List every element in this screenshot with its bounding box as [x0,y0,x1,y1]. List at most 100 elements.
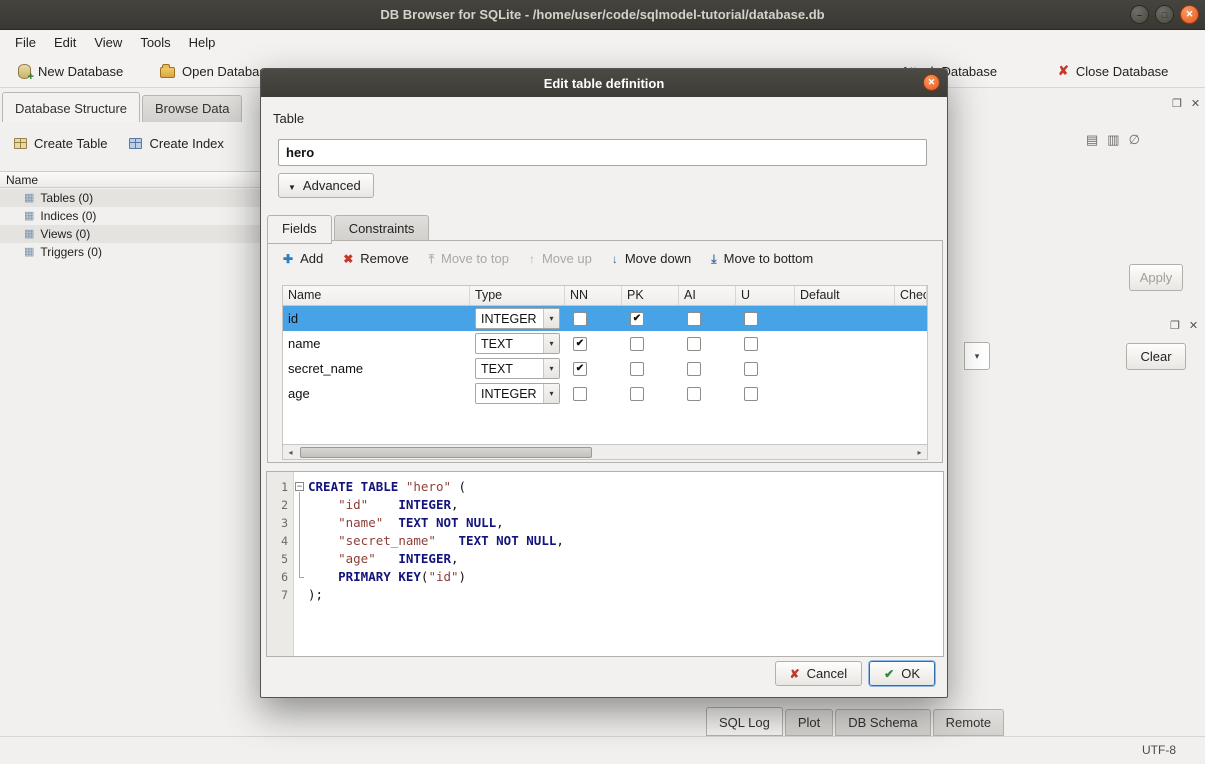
menu-view[interactable]: View [85,32,131,53]
scrollbar-track[interactable] [298,446,912,459]
fold-collapse-icon[interactable]: − [295,482,304,491]
sql-token [308,551,338,566]
move-down-button[interactable]: ↓Move down [603,246,700,271]
column-header-name[interactable]: Name [283,286,470,305]
field-row-age[interactable]: ageINTEGER▾ [283,381,927,406]
tab-database-structure[interactable]: Database Structure [2,92,140,122]
import-text-icon[interactable] [1086,132,1098,148]
field-row-name[interactable]: nameTEXT▾✔ [283,331,927,356]
bottom-tab-plot[interactable]: Plot [785,709,833,736]
column-header-u[interactable]: U [736,286,795,305]
export-text-icon[interactable] [1107,132,1119,148]
dialog-tab-constraints[interactable]: Constraints [334,215,430,243]
name-nn-checkbox[interactable]: ✔ [573,337,587,351]
clear-button[interactable]: Clear [1126,343,1186,370]
column-header-check[interactable]: Check [895,286,927,305]
menu-edit[interactable]: Edit [45,32,85,53]
move-to-bottom-button[interactable]: ⤓Move to bottom [702,246,822,271]
id-u-checkbox[interactable] [744,312,758,326]
sql-code: "id" INTEGER, [308,496,459,514]
field-type-cell: INTEGER▾ [470,306,565,331]
secret-name-nn-checkbox[interactable]: ✔ [573,362,587,376]
float-dock-icon[interactable] [1170,319,1180,332]
scroll-right-icon[interactable] [912,446,927,459]
mode-combobox-partial[interactable] [964,342,990,370]
bottom-tab-sql-log[interactable]: SQL Log [706,707,783,736]
name-u-checkbox[interactable] [744,337,758,351]
type-select-secret-name[interactable]: TEXT▾ [475,358,560,379]
create-table-button[interactable]: Create Table [6,131,115,156]
table-name-input[interactable] [278,139,927,166]
chevron-down-icon [288,178,296,193]
id-nn-checkbox[interactable] [573,312,587,326]
sql-token: INTEGER [398,497,451,512]
close-dock-icon[interactable] [1189,319,1198,332]
name-pk-checkbox[interactable] [630,337,644,351]
dialog-titlebar[interactable]: Edit table definition [261,69,947,97]
field-default-cell [795,381,895,406]
pk-cell [622,381,679,406]
column-header-default[interactable]: Default [795,286,895,305]
menu-tools[interactable]: Tools [131,32,179,53]
type-select-id[interactable]: INTEGER▾ [475,308,560,329]
age-u-checkbox[interactable] [744,387,758,401]
fold-marker[interactable]: − [293,478,308,496]
close-window-button[interactable] [1180,5,1199,24]
age-pk-checkbox[interactable] [630,387,644,401]
ok-button[interactable]: OK [869,661,935,686]
type-select-name[interactable]: TEXT▾ [475,333,560,354]
close-database-button[interactable]: Close Database [1050,58,1176,84]
cancel-button[interactable]: Cancel [775,661,863,686]
bottom-tab-remote[interactable]: Remote [933,709,1005,736]
move-down-label: Move down [625,251,691,266]
menubar: FileEditViewToolsHelp [0,30,1205,54]
scrollbar-handle[interactable] [300,447,592,458]
minimize-button[interactable] [1130,5,1149,24]
sql-token: TEXT NOT NULL [459,533,557,548]
field-row-id[interactable]: idINTEGER▾✔ [283,306,927,331]
close-dock-icon[interactable] [1191,97,1200,110]
id-pk-checkbox[interactable]: ✔ [630,312,644,326]
secret-name-u-checkbox[interactable] [744,362,758,376]
field-row-secret-name[interactable]: secret_nameTEXT▾✔ [283,356,927,381]
id-ai-checkbox[interactable] [687,312,701,326]
advanced-toggle-button[interactable]: Advanced [278,173,374,198]
tree-item-label: Triggers (0) [40,245,102,259]
create-index-button[interactable]: Create Index [121,131,231,156]
scroll-left-icon[interactable] [283,446,298,459]
remove-icon: ✖ [343,253,353,265]
column-header-type[interactable]: Type [470,286,565,305]
column-header-nn[interactable]: NN [565,286,622,305]
nn-cell [565,381,622,406]
fold-marker [293,550,308,568]
field-default-cell [795,356,895,381]
set-null-icon[interactable] [1129,132,1140,148]
tab-browse-data[interactable]: Browse Data [142,95,242,122]
remove-button[interactable]: ✖Remove [334,246,417,271]
dialog-tab-fields[interactable]: Fields [267,215,332,244]
column-header-ai[interactable]: AI [679,286,736,305]
float-dock-icon[interactable] [1172,97,1182,110]
horizontal-scrollbar[interactable] [282,445,928,460]
maximize-button[interactable] [1155,5,1174,24]
close-database-icon [1058,63,1069,79]
new-database-button[interactable]: New Database [10,58,131,84]
sql-code: CREATE TABLE "hero" ( [308,478,466,496]
type-value: INTEGER [476,312,543,326]
dialog-close-button[interactable] [923,74,940,91]
u-cell [736,306,795,331]
bottom-tab-db-schema[interactable]: DB Schema [835,709,930,736]
age-ai-checkbox[interactable] [687,387,701,401]
type-select-age[interactable]: INTEGER▾ [475,383,560,404]
encoding-label[interactable]: UTF-8 [1142,743,1176,757]
name-ai-checkbox[interactable] [687,337,701,351]
menu-help[interactable]: Help [180,32,225,53]
add-button[interactable]: ✚Add [274,246,332,271]
advanced-label: Advanced [303,178,361,193]
apply-button[interactable]: Apply [1129,264,1183,291]
secret-name-ai-checkbox[interactable] [687,362,701,376]
menu-file[interactable]: File [6,32,45,53]
column-header-pk[interactable]: PK [622,286,679,305]
secret-name-pk-checkbox[interactable] [630,362,644,376]
age-nn-checkbox[interactable] [573,387,587,401]
